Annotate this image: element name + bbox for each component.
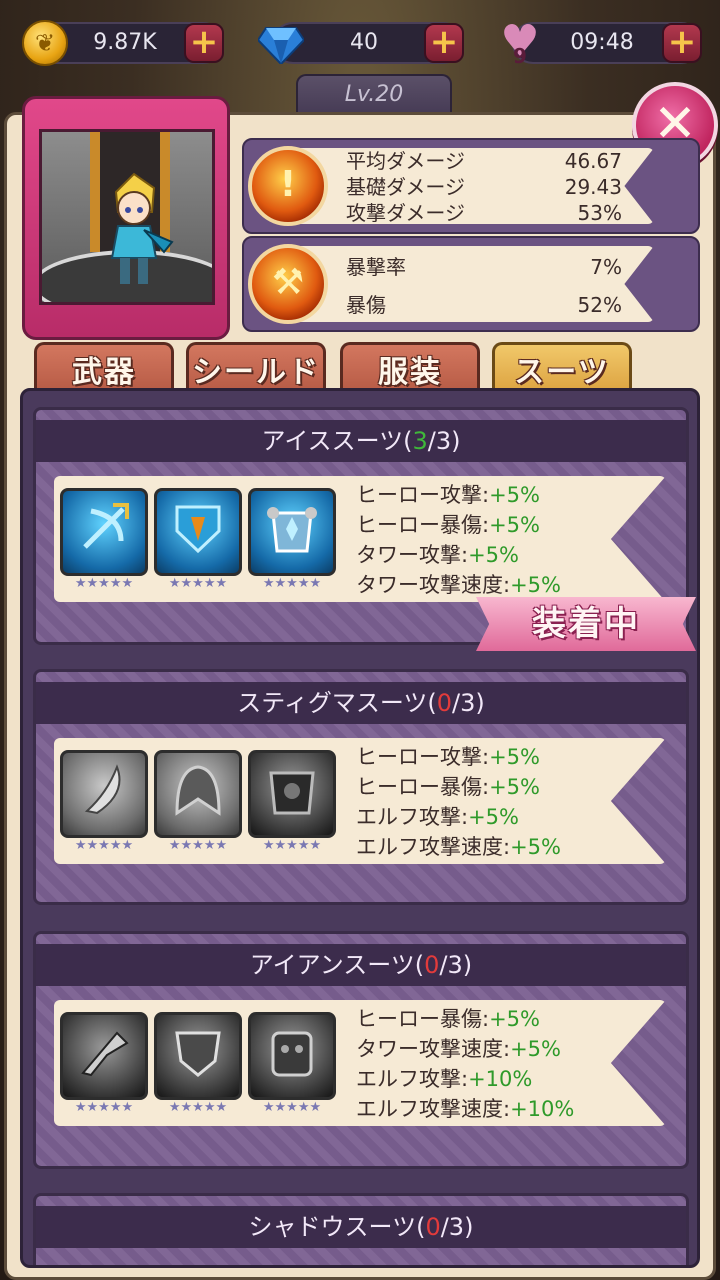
ice-bow-item[interactable] <box>60 488 148 576</box>
set-bonus-line: タワー攻撃速度:+5% <box>356 573 561 597</box>
item-star-rating: ★★★★★ <box>74 576 134 591</box>
hero-sprite <box>110 172 174 284</box>
item-star-rating: ★★★★★ <box>74 1100 134 1115</box>
stat-row-attack-damage: 攻撃ダメージ 53% <box>346 200 622 226</box>
set-bonus-line: エルフ攻撃速度:+5% <box>356 835 561 859</box>
add-gold-button[interactable]: + <box>184 23 224 63</box>
set-bonus-line: ヒーロー攻撃:+5% <box>356 745 540 769</box>
armor-icon <box>271 1031 313 1077</box>
item-star-rating: ★★★★★ <box>74 838 134 853</box>
iron-armor-item[interactable] <box>248 1012 336 1100</box>
set-bonus-line: エルフ攻撃:+10% <box>356 1067 533 1091</box>
hero-portrait <box>39 129 215 305</box>
set-bonus-line: タワー攻撃速度:+5% <box>356 1037 561 1061</box>
stat-value: 46.67 <box>564 149 622 173</box>
set-bonus-line: エルフ攻撃:+5% <box>356 805 519 829</box>
stat-value: 29.43 <box>564 175 622 199</box>
set-bonus-line: ヒーロー暴傷:+5% <box>356 1007 540 1031</box>
stat-label: 基礎ダメージ <box>346 175 465 199</box>
set-title: シャドウスーツ(0/3) <box>36 1206 686 1248</box>
item-star-rating: ★★★★★ <box>262 838 322 853</box>
armor-icon <box>267 507 317 553</box>
stat-label: 攻撃ダメージ <box>346 201 465 225</box>
suit-set-list[interactable]: アイススーツ(3/3) ★★★★★ ★★★★★ ★★★★★ ヒーロー攻撃:+5%… <box>20 388 700 1268</box>
stigma-shield-item[interactable] <box>154 750 242 838</box>
add-hearts-button[interactable]: + <box>662 23 702 63</box>
add-gems-button[interactable]: + <box>424 23 464 63</box>
suit-set-stigma[interactable]: スティグマスーツ(0/3) ★★★★★ ★★★★★ ★★★★★ ヒーロー攻撃:+… <box>33 669 689 905</box>
set-bonus-line: エルフ攻撃速度:+10% <box>356 1097 575 1121</box>
gem-value: 40 <box>350 30 378 55</box>
suit-set-shadow[interactable]: シャドウスーツ(0/3) <box>33 1193 689 1265</box>
blade-icon <box>84 764 121 815</box>
gold-value: 9.87K <box>93 30 157 55</box>
stat-value: 53% <box>577 201 622 225</box>
stat-value: 52% <box>577 293 622 317</box>
sword-icon: ! <box>248 146 328 226</box>
set-title: アイアンスーツ(0/3) <box>36 944 686 986</box>
stigma-armor-item[interactable] <box>248 750 336 838</box>
shield-icon <box>175 765 221 816</box>
stat-row-crit-rate: 暴撃率 7% <box>346 254 622 280</box>
stat-label: 暴撃率 <box>346 255 406 279</box>
item-star-rating: ★★★★★ <box>168 1100 228 1115</box>
axe-icon <box>81 1031 129 1077</box>
set-bonus-line: ヒーロー攻撃:+5% <box>356 483 540 507</box>
set-title: スティグマスーツ(0/3) <box>36 682 686 724</box>
stat-row-crit-damage: 暴傷 52% <box>346 292 622 318</box>
set-bonus-line: ヒーロー暴傷:+5% <box>356 775 540 799</box>
heart-icon: ♥ 9 <box>496 20 544 69</box>
shield-icon <box>175 1031 221 1077</box>
set-bonus-line: ヒーロー暴傷:+5% <box>356 513 540 537</box>
heart-timer: 09:48 <box>570 30 634 55</box>
item-star-rating: ★★★★★ <box>262 576 322 591</box>
set-bonus-line: タワー攻撃:+5% <box>356 543 519 567</box>
crit-stats-box: ⚒ 暴撃率 7% 暴傷 52% <box>242 236 700 332</box>
set-title: アイススーツ(3/3) <box>36 420 686 462</box>
ice-armor-item[interactable] <box>248 488 336 576</box>
iron-shield-item[interactable] <box>154 1012 242 1100</box>
hero-portrait-frame <box>22 96 230 340</box>
stat-row-base-damage: 基礎ダメージ 29.43 <box>346 174 622 200</box>
item-star-rating: ★★★★★ <box>168 838 228 853</box>
item-star-rating: ★★★★★ <box>168 576 228 591</box>
stat-label: 平均ダメージ <box>346 149 465 173</box>
stat-label: 暴傷 <box>346 293 386 317</box>
ice-shield-item[interactable] <box>154 488 242 576</box>
iron-weapon-item[interactable] <box>60 1012 148 1100</box>
crit-hammer-icon: ⚒ <box>248 244 328 324</box>
armor-icon <box>269 771 315 815</box>
stat-row-avg-damage: 平均ダメージ 46.67 <box>346 148 622 174</box>
heart-count: 9 <box>513 44 527 68</box>
blue-gem-icon <box>258 27 304 64</box>
shield-icon <box>175 505 221 554</box>
hero-level-label: Lv.20 <box>296 74 452 114</box>
item-star-rating: ★★★★★ <box>262 1100 322 1115</box>
attack-stats-box: ! 平均ダメージ 46.67 基礎ダメージ 29.43 攻撃ダメージ 53% <box>242 138 700 234</box>
bow-icon <box>83 503 129 549</box>
equipped-ribbon: 装着中 <box>476 597 696 651</box>
stat-value: 7% <box>590 255 622 279</box>
gold-coin-icon: ❦ <box>22 20 68 66</box>
stigma-weapon-item[interactable] <box>60 750 148 838</box>
suit-set-iron[interactable]: アイアンスーツ(0/3) ★★★★★ ★★★★★ ★★★★★ ヒーロー暴傷:+5… <box>33 931 689 1169</box>
